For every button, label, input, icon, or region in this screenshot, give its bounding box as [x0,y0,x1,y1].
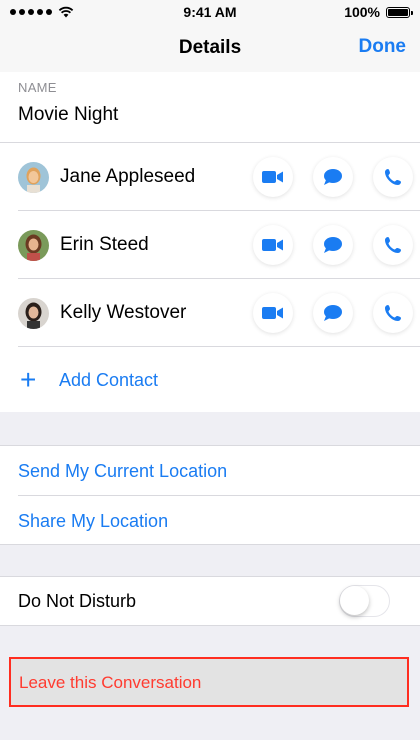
video-camera-icon [262,307,283,319]
video-camera-icon [262,171,283,183]
avatar [18,229,49,261]
send-current-location-button[interactable]: Send My Current Location [0,446,420,496]
add-contact-label: Add Contact [59,369,159,390]
contact-name: Erin Steed [60,234,149,255]
send-current-location-label: Send My Current Location [18,460,228,481]
battery-percent: 100% [344,4,380,20]
group-name-section: NAME Movie Night [0,72,420,142]
leave-conversation-row: Leave this Conversation [9,657,409,707]
contact-name: Jane Appleseed [60,166,196,187]
contact-row[interactable]: Jane Appleseed [0,143,420,211]
phone-call-button[interactable] [373,157,413,197]
phone-icon [385,237,401,253]
toggle-knob [340,586,369,615]
avatar [18,161,49,193]
video-call-button[interactable] [253,293,293,333]
group-name-field[interactable]: Movie Night [18,104,118,126]
video-camera-icon [262,239,283,251]
message-bubble-icon [324,305,342,321]
contacts-section: Jane Appleseed Erin Steed Kelly Westover… [0,142,420,412]
message-bubble-icon [324,237,342,253]
battery-group: 100% [344,4,413,20]
message-button[interactable] [313,293,353,333]
name-label: NAME [18,80,57,95]
signal-strength-icon [10,9,52,15]
battery-icon [386,6,413,18]
contact-row[interactable]: Erin Steed [0,211,420,279]
phone-call-button[interactable] [373,225,413,265]
video-call-button[interactable] [253,157,293,197]
wifi-icon [58,6,74,18]
add-contact-button[interactable]: + Add Contact [0,347,420,413]
do-not-disturb-toggle[interactable] [339,585,390,617]
share-location-button[interactable]: Share My Location [0,496,420,546]
message-button[interactable] [313,225,353,265]
location-section: Send My Current Location Share My Locati… [0,445,420,545]
avatar [18,297,49,329]
signal-group [10,6,74,18]
message-button[interactable] [313,157,353,197]
video-call-button[interactable] [253,225,293,265]
do-not-disturb-label: Do Not Disturb [18,591,137,611]
status-bar: 9:41 AM 100% [0,0,420,24]
leave-conversation-button[interactable]: Leave this Conversation [19,673,201,693]
do-not-disturb-row: Do Not Disturb [0,576,420,626]
phone-call-button[interactable] [373,293,413,333]
message-bubble-icon [324,169,342,185]
page-title: Details [178,37,242,58]
phone-icon [385,169,401,185]
share-location-label: Share My Location [18,510,169,531]
nav-bar: Details Done [0,24,420,72]
phone-icon [385,305,401,321]
contact-row[interactable]: Kelly Westover [0,279,420,347]
contact-name: Kelly Westover [60,302,187,323]
done-button[interactable]: Done [359,36,407,58]
plus-icon: + [20,364,37,395]
